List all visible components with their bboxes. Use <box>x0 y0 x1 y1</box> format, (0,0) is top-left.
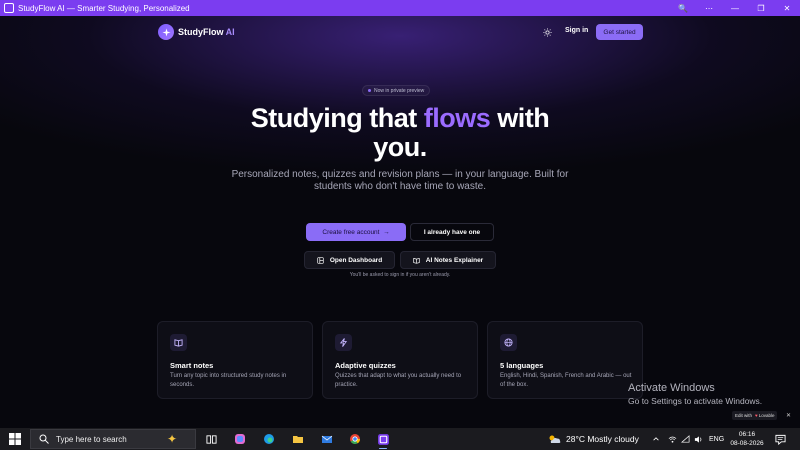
badge-dot <box>368 89 371 92</box>
taskbar-search-input[interactable]: Type here to search ✦ <box>30 429 196 449</box>
window-title: StudyFlow AI — Smarter Studying, Persona… <box>18 3 190 13</box>
hero-title: Studying that flows with you. <box>250 103 550 162</box>
minimize-button[interactable]: — <box>722 0 748 16</box>
weather-widget[interactable]: 28°C Mostly cloudy <box>548 428 639 450</box>
studyflow-app-taskbar-icon[interactable] <box>375 431 391 449</box>
chevron-up-icon[interactable] <box>652 428 660 450</box>
edit-with-lovable-badge[interactable]: Edit with ♥ Lovable <box>732 411 778 420</box>
windows-start-icon[interactable] <box>9 433 21 445</box>
feature-card-adaptive-quizzes: Adaptive quizzes Quizzes that adapt to w… <box>322 321 478 399</box>
signin-hint: You'll be asked to sign in if you aren't… <box>349 272 451 278</box>
bolt-icon <box>335 334 352 351</box>
edge-browser-icon[interactable] <box>261 431 277 447</box>
window-titlebar: StudyFlow AI — Smarter Studying, Persona… <box>0 0 800 16</box>
app-window-icon <box>4 3 14 13</box>
sparkle-icon: ✦ <box>166 432 177 446</box>
existing-account-button[interactable]: I already have one <box>410 223 494 241</box>
brand-name: StudyFlow AI <box>178 27 235 37</box>
notifications-icon[interactable] <box>775 428 786 450</box>
zoom-icon[interactable]: 🔍 <box>670 0 696 16</box>
menu-icon[interactable]: ⋯ <box>696 0 722 16</box>
dashboard-icon <box>317 256 324 264</box>
signin-link[interactable]: Sign in <box>565 27 588 34</box>
globe-icon <box>500 334 517 351</box>
mail-icon[interactable] <box>319 431 335 447</box>
cloud-icon <box>549 435 561 443</box>
arrow-right-icon: → <box>383 228 390 236</box>
wifi-icon[interactable] <box>681 428 690 450</box>
book-icon <box>170 334 187 351</box>
task-view-icon[interactable] <box>203 431 219 447</box>
volume-icon[interactable] <box>694 428 703 450</box>
windows-taskbar: Type here to search ✦ 28°C Mostly cloudy… <box>0 428 800 450</box>
sparkle-logo-icon <box>158 24 174 40</box>
preview-badge: Now in private preview <box>362 85 431 96</box>
hero-subtitle: Personalized notes, quizzes and revision… <box>231 169 569 192</box>
language-indicator[interactable]: ENG <box>709 428 724 450</box>
file-explorer-icon[interactable] <box>290 431 306 447</box>
lovable-close-icon[interactable]: ✕ <box>784 411 793 420</box>
top-nav: StudyFlow AI Sign in Get started <box>0 16 800 50</box>
search-icon <box>39 434 49 444</box>
ai-notes-explainer-button[interactable]: AI Notes Explainer <box>400 251 496 269</box>
feature-title: Smart notes <box>170 361 214 370</box>
feature-card-languages: 5 languages English, Hindi, Spanish, Fre… <box>487 321 643 399</box>
book-open-icon <box>413 257 420 264</box>
brand-logo-link[interactable]: StudyFlow AI <box>158 24 235 40</box>
feature-title: 5 languages <box>500 361 544 370</box>
feature-description: Turn any topic into structured study not… <box>170 373 287 388</box>
network-icon[interactable] <box>668 428 677 450</box>
get-started-button[interactable]: Get started <box>596 24 643 40</box>
open-dashboard-button[interactable]: Open Dashboard <box>304 251 395 269</box>
feature-title: Adaptive quizzes <box>335 361 396 370</box>
heart-icon: ♥ <box>755 413 758 418</box>
feature-description: English, Hindi, Spanish, French and Arab… <box>500 373 632 388</box>
close-button[interactable]: ✕ <box>774 0 800 16</box>
theme-toggle-sun-icon[interactable] <box>541 26 553 38</box>
create-account-button[interactable]: Create free account → <box>306 223 406 241</box>
feature-description: Quizzes that adapt to what you actually … <box>335 373 462 388</box>
activate-windows-watermark: Activate Windows Go to Settings to activ… <box>628 382 763 406</box>
app-content: StudyFlow AI Sign in Get started Now in … <box>0 16 800 428</box>
feature-card-smart-notes: Smart notes Turn any topic into structur… <box>157 321 313 399</box>
taskbar-clock[interactable]: 06:16 08-08-2026 <box>727 430 767 448</box>
chrome-icon[interactable] <box>347 431 363 447</box>
copilot-icon[interactable] <box>232 431 248 447</box>
restore-button[interactable]: ❐ <box>748 0 774 16</box>
